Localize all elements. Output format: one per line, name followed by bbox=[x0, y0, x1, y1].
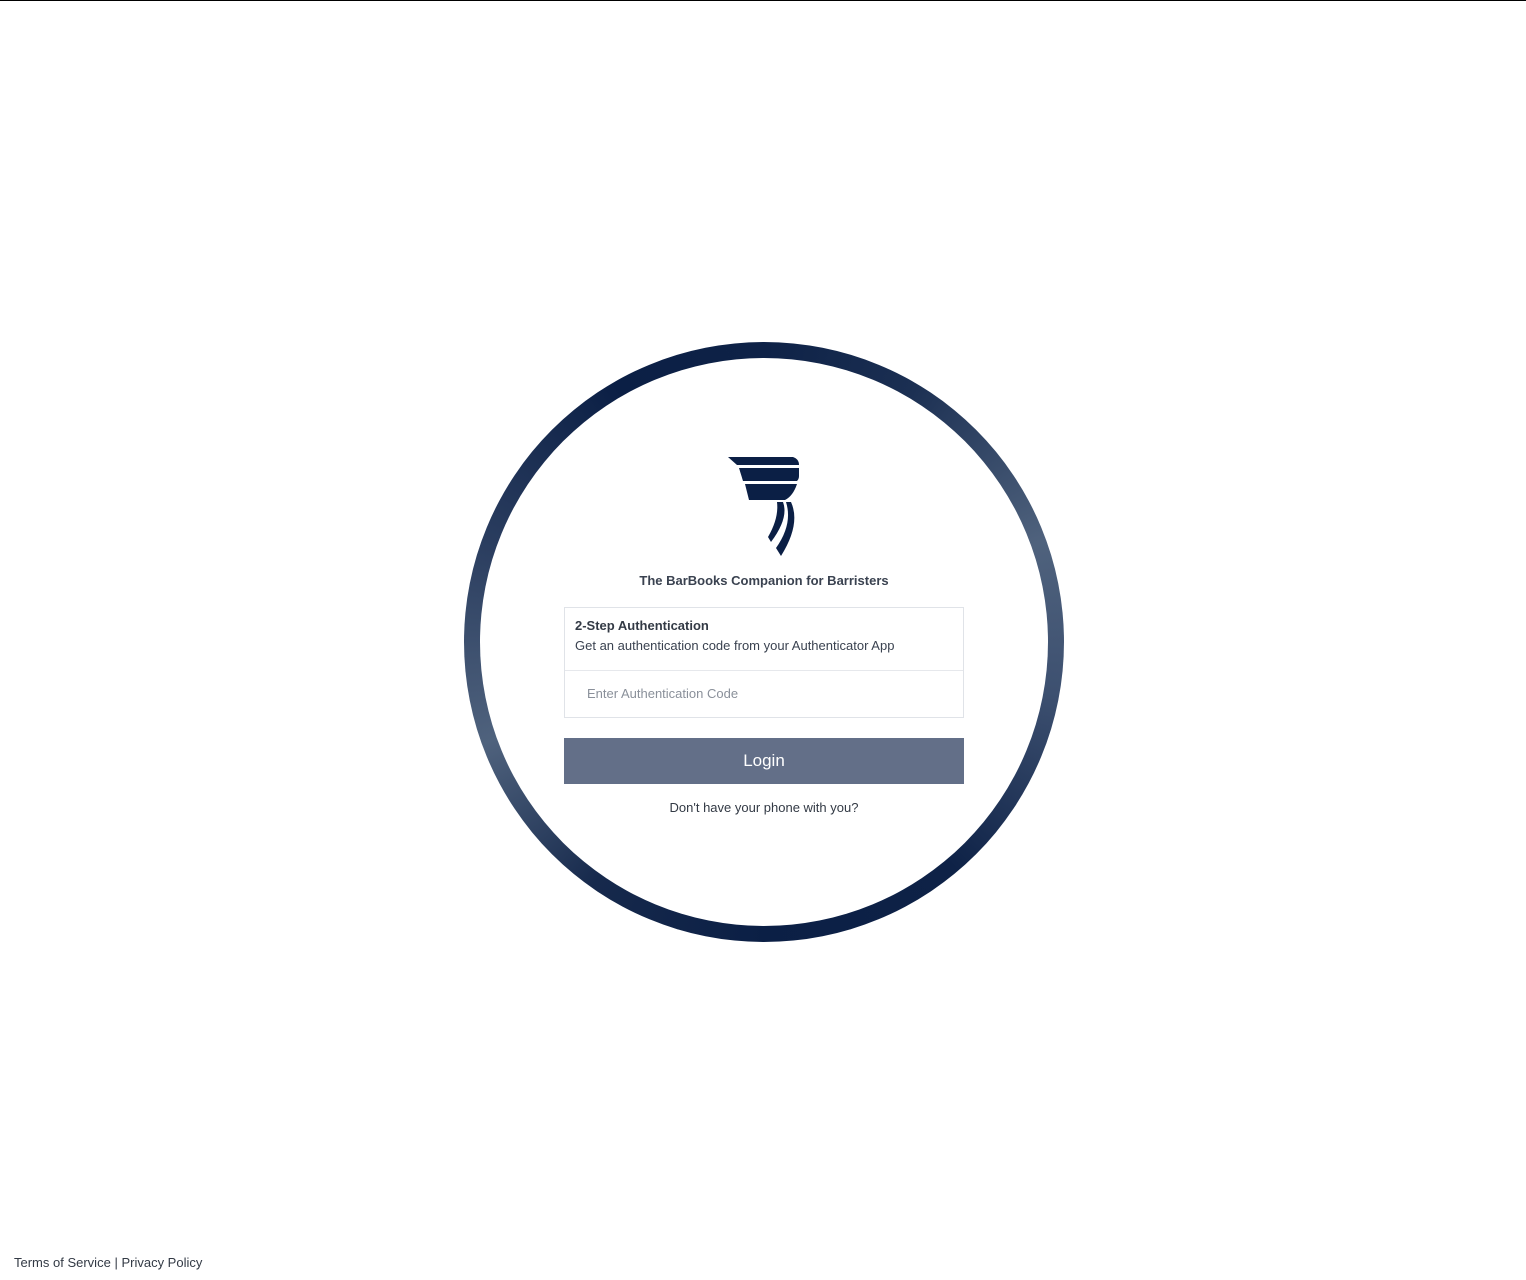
auth-card: 2-Step Authentication Get an authenticat… bbox=[564, 607, 964, 718]
terms-of-service-link[interactable]: Terms of Service bbox=[14, 1255, 111, 1270]
barbooks-logo-icon bbox=[728, 457, 799, 556]
top-border bbox=[0, 0, 1526, 1]
footer: Terms of Service | Privacy Policy bbox=[14, 1255, 202, 1270]
auth-description: Get an authentication code from your Aut… bbox=[575, 638, 895, 653]
app-tagline: The BarBooks Companion for Barristers bbox=[639, 573, 889, 588]
authentication-code-input[interactable] bbox=[565, 671, 963, 716]
no-phone-link[interactable]: Don't have your phone with you? bbox=[564, 800, 964, 815]
privacy-policy-link[interactable]: Privacy Policy bbox=[121, 1255, 202, 1270]
login-button[interactable]: Login bbox=[564, 738, 964, 784]
auth-title: 2-Step Authentication bbox=[575, 618, 709, 633]
footer-separator: | bbox=[114, 1255, 118, 1270]
auth-header: 2-Step Authentication Get an authenticat… bbox=[565, 608, 963, 671]
